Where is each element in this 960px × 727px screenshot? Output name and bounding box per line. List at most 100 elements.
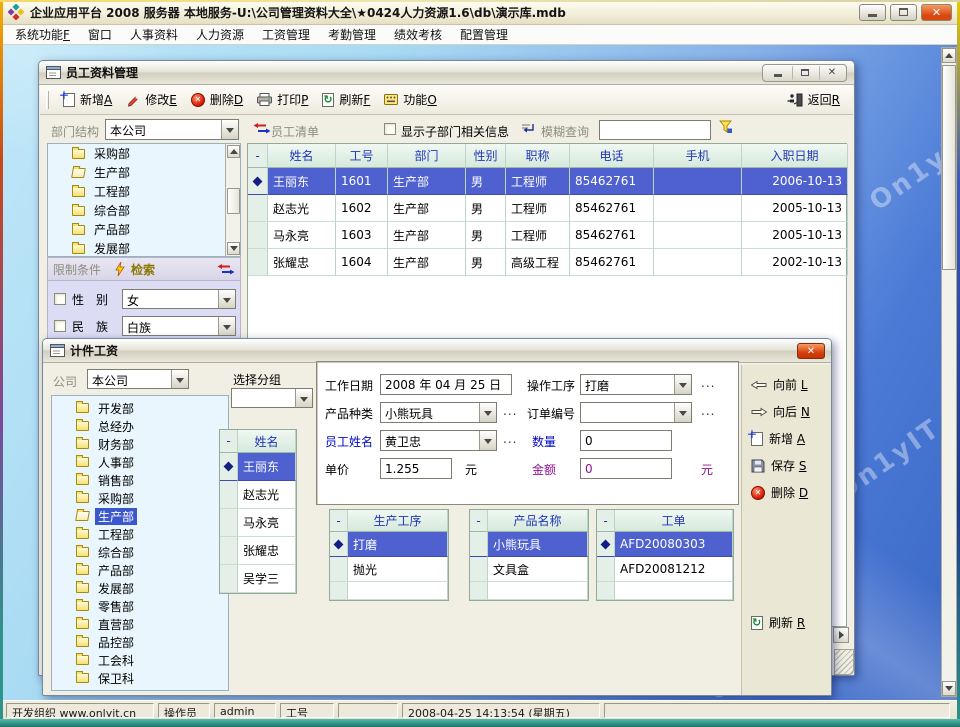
table-row[interactable]: 赵志光 1602 生产部 男 工程师 85462761 2005-10-13 — [248, 195, 846, 222]
product-type-select[interactable]: 小熊玩具 — [380, 402, 497, 423]
gender-checkbox[interactable] — [54, 293, 66, 305]
delete-button[interactable]: 删除D — [184, 88, 250, 111]
tree-item-current[interactable]: 生产部 — [48, 163, 240, 182]
menu-item-system[interactable]: 系统功能F — [6, 24, 79, 45]
ethnicity-select[interactable]: 白族 — [122, 316, 236, 336]
table-row[interactable]: 张耀忠 — [220, 537, 296, 565]
scrollbar-thumb[interactable] — [942, 65, 956, 270]
table-row[interactable]: 马永亮 1603 生产部 男 工程师 85462761 2005-10-13 — [248, 222, 846, 249]
refresh-records-button[interactable]: 刷新 R — [751, 614, 805, 631]
group-select[interactable] — [231, 388, 313, 408]
close-button[interactable]: ✕ — [921, 4, 952, 21]
scroll-up-button[interactable] — [942, 48, 956, 63]
mdi-vertical-scrollbar[interactable] — [941, 47, 957, 697]
employee-more-button[interactable]: ... — [503, 432, 517, 446]
dropdown-arrow-icon[interactable] — [218, 290, 235, 308]
tree-item[interactable]: 综合部 — [48, 201, 240, 220]
tree-item[interactable]: 发展部 — [52, 579, 228, 597]
tree-item[interactable]: 总经办 — [52, 417, 228, 435]
maximize-button[interactable] — [890, 4, 917, 21]
process-select[interactable]: 打磨 — [580, 374, 692, 395]
function-button[interactable]: 功能O — [377, 88, 443, 111]
menu-item-performance[interactable]: 绩效考核 — [385, 24, 451, 45]
tree-item[interactable]: 零售部 — [52, 597, 228, 615]
table-row[interactable]: 马永亮 — [220, 509, 296, 537]
menu-item-config[interactable]: 配置管理 — [451, 24, 517, 45]
add-button[interactable]: 新增A — [56, 88, 119, 111]
tree-item[interactable]: 人事部 — [52, 453, 228, 471]
dialog-close-button[interactable]: ✕ — [797, 343, 825, 359]
ethnicity-checkbox[interactable] — [54, 320, 66, 332]
order-more-button[interactable]: ... — [701, 404, 715, 418]
save-record-button[interactable]: 保存 S — [751, 457, 806, 474]
scrollbar-thumb[interactable] — [227, 188, 240, 214]
table-row-empty[interactable] — [330, 582, 448, 600]
dept-structure-select[interactable]: 本公司 — [105, 119, 239, 140]
scroll-down-button[interactable] — [227, 242, 240, 255]
table-row[interactable]: 赵志光 — [220, 481, 296, 509]
tree-item[interactable]: 销售部 — [52, 471, 228, 489]
tree-item-selected[interactable]: 生产部 — [52, 507, 228, 525]
dropdown-arrow-icon[interactable] — [674, 375, 691, 394]
prev-record-button[interactable]: 向前 L — [751, 376, 808, 393]
tree-item[interactable]: 发展部 — [48, 239, 240, 257]
add-record-button[interactable]: 新增 A — [751, 430, 805, 447]
show-subdept-checkbox[interactable] — [384, 123, 396, 135]
dropdown-arrow-icon[interactable] — [218, 317, 235, 335]
minimize-button[interactable] — [765, 66, 790, 80]
tree-scrollbar[interactable] — [225, 144, 240, 256]
table-row[interactable]: 抛光 — [330, 557, 448, 582]
tree-item[interactable]: 产品部 — [52, 561, 228, 579]
fuzzy-query-input[interactable] — [599, 120, 711, 140]
close-button[interactable]: ✕ — [819, 66, 844, 80]
tree-item[interactable]: 工程部 — [52, 525, 228, 543]
tree-item[interactable]: 综合部 — [52, 543, 228, 561]
swap-arrows-icon[interactable] — [217, 264, 235, 275]
minimize-button[interactable] — [859, 4, 886, 21]
print-button[interactable]: 打印P — [250, 88, 315, 111]
tree-item[interactable]: 工程部 — [48, 182, 240, 201]
table-row[interactable]: 吴学三 — [220, 565, 296, 593]
process-more-button[interactable]: ... — [701, 376, 715, 390]
table-row[interactable]: AFD20081212 — [597, 557, 733, 582]
dropdown-arrow-icon[interactable] — [221, 120, 238, 139]
table-row-empty[interactable] — [470, 582, 588, 600]
table-row-selected[interactable]: 王丽东 — [220, 453, 296, 481]
table-row[interactable]: 张耀忠 1604 生产部 男 高级工程 85462761 2002-10-13 — [248, 249, 846, 276]
company-select[interactable]: 本公司 — [87, 369, 189, 389]
dropdown-arrow-icon[interactable] — [674, 403, 691, 422]
next-record-button[interactable]: 向后 N — [751, 403, 810, 420]
dropdown-arrow-icon[interactable] — [479, 403, 496, 422]
dropdown-arrow-icon[interactable] — [295, 389, 312, 407]
scroll-right-button[interactable] — [833, 627, 849, 643]
edit-button[interactable]: 修改E — [119, 88, 184, 111]
menu-item-window[interactable]: 窗口 — [79, 24, 121, 45]
return-button[interactable]: 返回R — [780, 88, 847, 111]
delete-record-button[interactable]: 删除 D — [751, 484, 808, 501]
dropdown-arrow-icon[interactable] — [479, 431, 496, 450]
menu-item-salary[interactable]: 工资管理 — [253, 24, 319, 45]
dropdown-arrow-icon[interactable] — [171, 370, 188, 388]
scroll-up-button[interactable] — [227, 145, 240, 158]
table-row-selected[interactable]: 王丽东 1601 生产部 男 工程师 85462761 2006-10-13 — [248, 168, 846, 195]
tree-item[interactable]: 采购部 — [48, 144, 240, 163]
table-row-empty[interactable] — [597, 582, 733, 600]
menu-item-hr[interactable]: 人力资源 — [187, 24, 253, 45]
tree-item[interactable]: 采购部 — [52, 489, 228, 507]
employee-name-select[interactable]: 黄卫忠 — [380, 430, 497, 451]
tree-item[interactable]: 产品部 — [48, 220, 240, 239]
menu-item-personnel[interactable]: 人事资料 — [121, 24, 187, 45]
order-no-select[interactable] — [580, 402, 692, 423]
work-date-input[interactable] — [380, 374, 512, 395]
window-resize-grip[interactable] — [834, 649, 854, 675]
search-button[interactable]: 检索 — [131, 261, 155, 278]
menu-item-attendance[interactable]: 考勤管理 — [319, 24, 385, 45]
swap-arrows-icon[interactable] — [253, 123, 271, 134]
table-row-selected[interactable]: 打磨 — [330, 532, 448, 557]
gender-select[interactable]: 女 — [122, 289, 236, 309]
table-row-selected[interactable]: 小熊玩具 — [470, 532, 588, 557]
tree-item[interactable]: 直营部 — [52, 615, 228, 633]
quantity-input[interactable] — [580, 430, 672, 451]
scroll-down-button[interactable] — [942, 681, 956, 696]
maximize-button[interactable] — [792, 66, 817, 80]
